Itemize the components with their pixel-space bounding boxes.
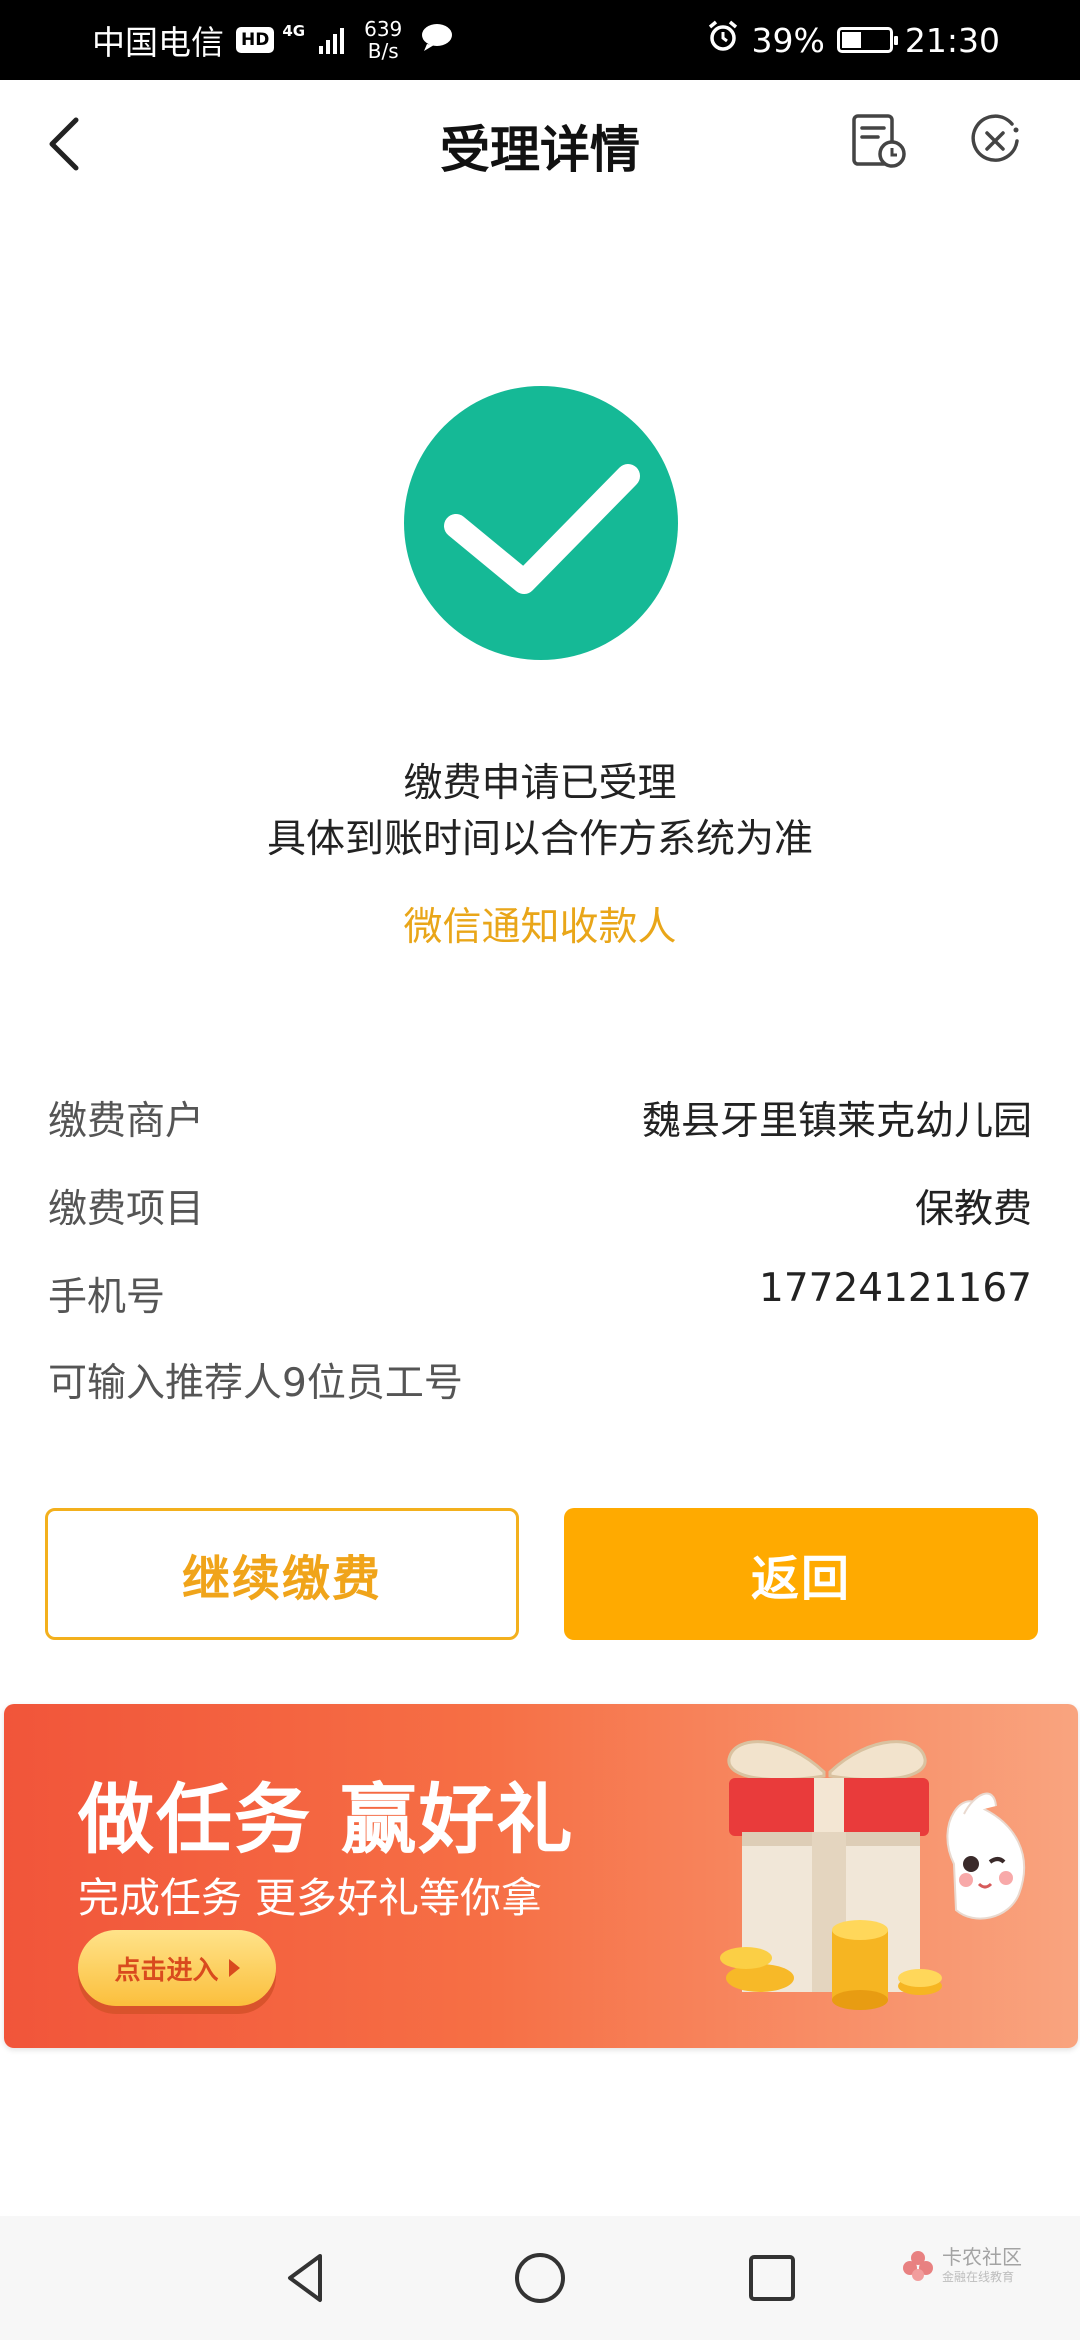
document-clock-icon bbox=[852, 114, 906, 168]
alarm-icon bbox=[706, 19, 740, 61]
status-bar: 中国电信 HD 4G 639 B/s 39% 21:30 bbox=[0, 0, 1080, 80]
record-button[interactable] bbox=[848, 110, 910, 172]
detail-label: 缴费商户 bbox=[48, 1099, 205, 1144]
continue-payment-button[interactable]: 继续缴费 bbox=[45, 1508, 519, 1640]
result-message: 缴费申请已受理 bbox=[403, 761, 677, 806]
return-button[interactable]: 返回 bbox=[564, 1508, 1038, 1640]
nav-back-button[interactable] bbox=[276, 2246, 340, 2310]
speed-unit: B/s bbox=[367, 39, 399, 63]
flower-logo-icon bbox=[903, 2250, 933, 2281]
banner-title: 做任务 赢好礼 bbox=[78, 1775, 575, 1864]
notify-payee-link[interactable]: 微信通知收款人 bbox=[0, 896, 1080, 952]
watermark-subtitle: 金融在线教育 bbox=[942, 2270, 1015, 2284]
page-title: 受理详情 bbox=[440, 121, 640, 179]
signal-icon bbox=[319, 26, 345, 54]
nav-recents-button[interactable] bbox=[740, 2246, 804, 2310]
detail-label: 手机号 bbox=[48, 1275, 166, 1320]
result-note: 具体到账时间以合作方系统为准 bbox=[266, 817, 813, 862]
detail-value: 保教费 bbox=[914, 1187, 1032, 1232]
detail-value: 17724121167 bbox=[759, 1266, 1032, 1311]
close-button[interactable] bbox=[964, 110, 1026, 172]
app-header: 受理详情 bbox=[0, 80, 1080, 210]
detail-value: 魏县牙里镇莱克幼儿园 bbox=[641, 1099, 1032, 1144]
checkmark-icon bbox=[444, 464, 640, 594]
hd-badge: HD bbox=[236, 27, 275, 53]
nav-back-icon bbox=[288, 2254, 322, 2302]
system-nav-bar: 卡农社区 金融在线教育 bbox=[0, 2216, 1080, 2340]
battery-percent: 39% bbox=[751, 20, 825, 60]
referrer-input[interactable]: 可输入推荐人9位员工号 bbox=[48, 1352, 1032, 1412]
banner-cta-label: 点击进入 bbox=[114, 1955, 219, 1986]
nav-home-button[interactable] bbox=[508, 2246, 572, 2310]
nav-recents-icon bbox=[749, 2255, 795, 2301]
clock: 21:30 bbox=[904, 20, 1000, 60]
play-arrow-icon bbox=[228, 1959, 240, 1977]
status-right: 39% 21:30 bbox=[706, 0, 1000, 80]
banner-cta-button[interactable]: 点击进入 bbox=[78, 1930, 276, 2006]
referrer-label: 可输入推荐人9位员工号 bbox=[48, 1361, 463, 1406]
watermark: 卡农社区 金融在线教育 bbox=[900, 2246, 1022, 2285]
battery-icon bbox=[836, 27, 898, 53]
detail-row-merchant: 缴费商户 魏县牙里镇莱克幼儿园 bbox=[48, 1090, 1032, 1150]
success-indicator bbox=[404, 386, 678, 660]
speed-value: 639 bbox=[364, 17, 403, 41]
detail-row-item: 缴费项目 保教费 bbox=[48, 1178, 1032, 1238]
detail-label: 缴费项目 bbox=[48, 1187, 205, 1232]
network-type: 4G bbox=[282, 22, 306, 40]
nav-home-icon bbox=[515, 2253, 565, 2303]
carrier-name: 中国电信 bbox=[92, 23, 224, 62]
status-left: 中国电信 HD 4G 639 B/s bbox=[92, 0, 454, 80]
banner-subtitle: 完成任务 更多好礼等你拿 bbox=[78, 1874, 543, 1922]
detail-row-phone: 手机号 17724121167 bbox=[48, 1266, 1032, 1326]
promo-banner[interactable]: 做任务 赢好礼 完成任务 更多好礼等你拿 点击进入 bbox=[4, 1704, 1078, 2048]
network-speed: 639 B/s bbox=[364, 18, 402, 62]
watermark-title: 卡农社区 bbox=[942, 2245, 1022, 2269]
gift-box-illustration bbox=[720, 1740, 1025, 2010]
message-icon bbox=[420, 21, 454, 60]
close-circle-icon bbox=[971, 114, 1019, 162]
